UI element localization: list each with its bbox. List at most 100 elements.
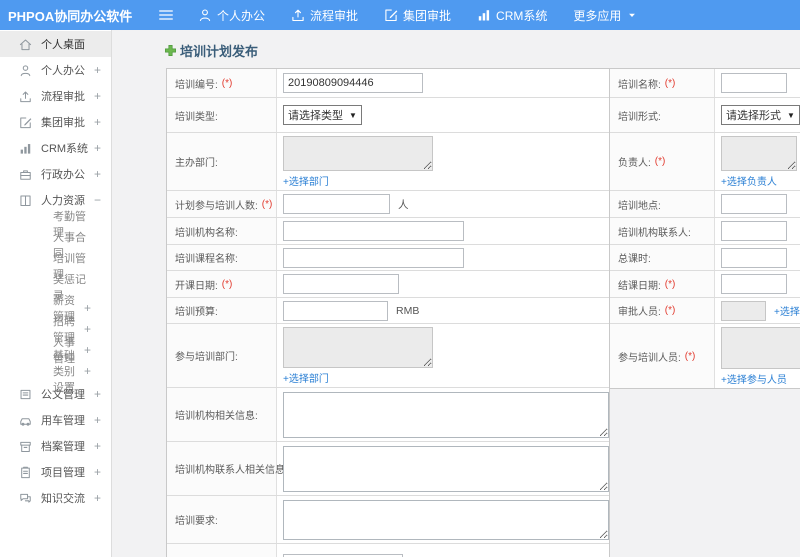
sidebar-item-group-approval[interactable]: 集团审批 + (0, 109, 111, 135)
field-label-cell: 培训类型: (167, 98, 277, 132)
training-no-input[interactable] (283, 73, 423, 93)
caret-down-icon: ▼ (349, 110, 357, 120)
training-org-name-input[interactable] (283, 221, 464, 241)
expander-icon[interactable]: + (94, 64, 101, 76)
form-row-training-form: 培训形式: 请选择形式 ▼ (610, 98, 800, 133)
host-department-textarea[interactable] (283, 136, 433, 171)
expander-icon[interactable]: − (94, 194, 101, 206)
training-participants-select-link[interactable]: +选择参与人员 (721, 375, 787, 386)
training-location-input[interactable] (721, 194, 787, 214)
upload-icon (19, 90, 32, 103)
approver-select-link[interactable]: +选择审批人员 (774, 303, 800, 318)
training-plan-form: 培训编号:(*)培训类型:请选择类型▼主办部门:+选择部门计划参与培训人数:(*… (166, 68, 800, 557)
training-org-info-textarea[interactable] (283, 392, 609, 438)
book-icon (19, 194, 32, 207)
field-value-cell (715, 218, 800, 244)
total-class-hours-input[interactable] (721, 247, 787, 268)
home-icon (19, 38, 32, 51)
expander-icon[interactable]: + (94, 414, 101, 426)
person-in-charge-select-link[interactable]: +选择负责人 (721, 177, 777, 188)
topnav-item-more-apps[interactable]: 更多应用 (573, 7, 638, 24)
picker-link-row: +选择参与人员 (721, 370, 787, 388)
field-value-cell: +选择审批人员 (715, 298, 800, 323)
picker-link-row: +选择负责人 (721, 172, 777, 190)
expander-icon[interactable]: + (94, 142, 101, 154)
training-course-name-input[interactable] (283, 247, 464, 268)
expander-icon[interactable]: + (94, 116, 101, 128)
field-label-cell: 主办部门: (167, 133, 277, 190)
field-label-cell: 结课日期: (*) (610, 271, 715, 297)
sidebar-item-project-mgmt[interactable]: 项目管理 + (0, 459, 111, 485)
training-participants-textarea[interactable] (721, 327, 800, 369)
person-in-charge-textarea[interactable] (721, 136, 797, 171)
select-value: 请选择形式 (726, 110, 781, 122)
form-row-planned-participants: 计划参与培训人数: (*) 人 (167, 191, 609, 218)
training-requirements-textarea[interactable] (283, 500, 609, 540)
sidebar-item-label: 集团审批 (41, 117, 85, 129)
planned-participants-input[interactable] (283, 194, 390, 214)
sidebar-item-knowledge-exchange[interactable]: 知识交流 + (0, 485, 111, 511)
field-label: 培训类型: (175, 111, 218, 123)
end-date-input[interactable] (721, 274, 787, 294)
picker-link-row: +选择部门 (283, 369, 329, 387)
form-row-total-class-hours: 总课时: (610, 245, 800, 271)
topnav-item-label: CRM系统 (496, 8, 548, 23)
training-org-contact-info-textarea[interactable] (283, 446, 609, 492)
field-value-cell (277, 245, 609, 270)
field-label: 主办部门: (175, 158, 218, 169)
field-label: 参与培训人员: (618, 352, 681, 364)
field-label-cell: 培训机构相关信息: (167, 388, 277, 441)
form-right-table: 培训名称: (*) 培训形式: 请选择形式 ▼ 负责人: (*) +选择负责人 培训地点: 培训机… (609, 68, 800, 389)
expander-icon[interactable]: + (84, 344, 91, 356)
sidebar-subitem-base-category-settings[interactable]: 基础类别设置 + (0, 350, 111, 394)
participating-departments-select-link[interactable]: +选择部门 (283, 374, 329, 385)
topnav-item-personal-office[interactable]: 个人办公 (198, 7, 265, 24)
top-navigation: 个人办公 流程审批 集团审批 CRM系统 更多应用 (198, 7, 638, 24)
expander-icon[interactable]: + (94, 440, 101, 452)
field-value-cell (277, 271, 609, 297)
training-form-select[interactable]: 请选择形式 ▼ (721, 105, 800, 125)
sidebar-item-admin-office[interactable]: 行政办公 + (0, 161, 111, 187)
participating-departments-textarea[interactable] (283, 327, 433, 368)
sidebar-item-label: CRM系统 (41, 143, 89, 155)
sidebar-item-label: 人力资源 (41, 195, 85, 207)
expander-icon[interactable]: + (84, 302, 91, 314)
field-label: 参与培训部门: (175, 352, 238, 363)
car-icon (19, 414, 32, 427)
field-label-cell: 负责人: (*) (610, 133, 715, 190)
expander-icon[interactable]: + (94, 168, 101, 180)
sidebar-item-personal-office[interactable]: 个人办公 + (0, 57, 111, 83)
expander-icon[interactable]: + (94, 90, 101, 102)
expander-icon[interactable]: + (94, 492, 101, 504)
host-department-select-link[interactable]: +选择部门 (283, 177, 329, 188)
topnav-item-group-approval[interactable]: 集团审批 (384, 7, 451, 24)
sidebar-item-archive-mgmt[interactable]: 档案管理 + (0, 433, 111, 459)
sidebar-item-vehicle-mgmt[interactable]: 用车管理 + (0, 407, 111, 433)
sidebar-item-workflow-approval[interactable]: 流程审批 + (0, 83, 111, 109)
topnav-item-crm-system[interactable]: CRM系统 (477, 7, 547, 24)
expander-icon[interactable]: + (94, 388, 101, 400)
approver-input[interactable] (721, 300, 766, 321)
field-value-cell (277, 442, 609, 495)
form-row-training-org-contact-info: 培训机构联系人相关信息: (167, 442, 609, 496)
expander-icon[interactable]: + (84, 365, 91, 377)
field-label-cell: 参与培训部门: (167, 324, 277, 387)
field-label-cell: 培训名称: (*) (610, 69, 715, 97)
hamburger-menu-icon[interactable] (158, 7, 176, 23)
expander-icon[interactable]: + (94, 466, 101, 478)
start-date-input[interactable] (283, 274, 399, 294)
training-type-select[interactable]: 请选择类型 ▼ (283, 105, 362, 125)
training-budget-input[interactable] (283, 300, 388, 321)
training-org-contact-input[interactable] (721, 221, 787, 241)
topnav-item-workflow-approval[interactable]: 流程审批 (291, 7, 358, 24)
form-row-training-participants: 参与培训人员: (*) +选择参与人员 (610, 324, 800, 388)
field-value-cell: +选择部门 (277, 133, 609, 190)
sidebar-item-crm-system[interactable]: CRM系统 + (0, 135, 111, 161)
field-label: 培训地点: (618, 200, 661, 212)
select-value: 请选择类型 (288, 110, 343, 122)
field-value-cell (277, 69, 609, 97)
expander-icon[interactable]: + (84, 323, 91, 335)
sidebar-item-personal-desktop[interactable]: 个人桌面 (0, 31, 111, 57)
training-name-input[interactable] (721, 73, 787, 93)
field-label-cell: 总课时: (610, 245, 715, 270)
